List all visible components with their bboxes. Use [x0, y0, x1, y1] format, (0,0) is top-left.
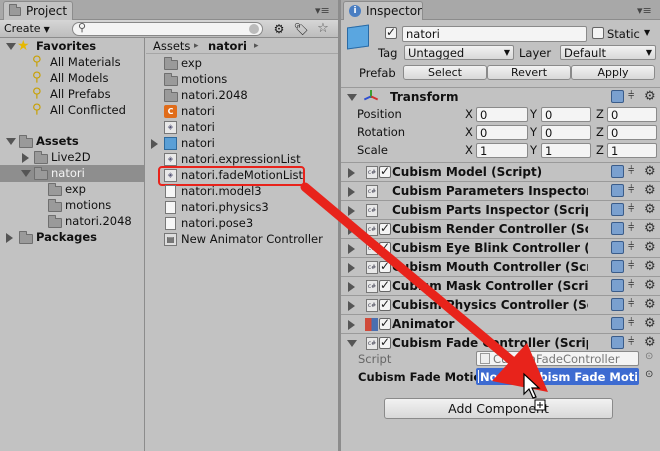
drag-arrow-overlay — [300, 182, 548, 392]
mouse-cursor-icon — [523, 372, 546, 411]
drag-arrow-line — [300, 182, 523, 371]
